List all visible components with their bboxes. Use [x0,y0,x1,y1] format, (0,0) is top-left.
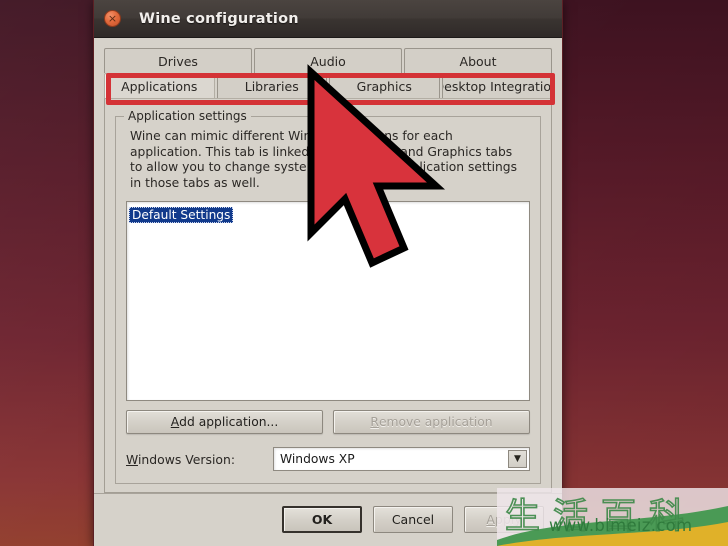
list-item[interactable]: Default Settings [129,207,234,223]
remove-application-label: emove application [378,415,493,429]
window-titlebar[interactable]: × Wine configuration [94,0,562,38]
chevron-down-icon[interactable]: ▼ [508,450,527,468]
application-settings-groupbox: Application settings Wine can mimic diff… [115,109,541,484]
tab-row-top: Drives Audio About [104,48,552,73]
apply-label: pply [494,512,522,527]
dialog-body: Drives Audio About Applications Librarie… [94,38,562,493]
tab-about[interactable]: About [404,48,552,73]
tab-strip: Drives Audio About Applications Librarie… [104,46,555,105]
tab-applications[interactable]: Applications [104,73,215,99]
windows-version-label-rest: indows Version: [137,451,235,467]
apply-accel: A [486,512,495,527]
tab-libraries-label: Libraries [244,79,299,94]
tab-audio-label: Audio [310,53,346,69]
tab-applications-label: Applications [121,79,198,94]
tab-audio[interactable]: Audio [254,48,402,73]
add-application-label: dd application... [179,415,279,429]
applications-tab-page: Application settings Wine can mimic diff… [104,98,552,493]
application-settings-description: Wine can mimic different Windows version… [130,129,518,190]
tab-graphics-label: Graphics [356,79,412,94]
remove-application-button: Remove application [333,410,530,434]
windows-version-row: Windows Version: Windows XP ▼ [126,447,530,471]
ok-button[interactable]: OK [282,506,362,533]
tab-desktop-integration[interactable]: Desktop Integration [441,73,552,99]
remove-application-accel: R [370,415,379,429]
windows-version-accel: W [126,451,138,467]
add-application-accel: A [170,415,180,429]
apply-button: Apply [464,506,544,533]
application-list[interactable]: Default Settings [126,201,530,401]
window-title: Wine configuration [139,10,299,27]
close-icon[interactable]: × [104,10,121,27]
wine-configuration-window: × Wine configuration Drives Audio About … [93,0,563,546]
tab-graphics[interactable]: Graphics [329,73,440,99]
application-buttons-row: Add application... Remove application [126,410,530,434]
tab-desktop-integration-label: Desktop Integration [442,79,552,94]
tab-row-bottom: Applications Libraries Graphics Desktop … [104,73,552,99]
tab-about-label: About [459,53,497,69]
add-application-button[interactable]: Add application... [126,410,323,434]
windows-version-label: Windows Version: [126,452,261,467]
windows-version-select[interactable]: Windows XP ▼ [273,447,530,471]
groupbox-title: Application settings [124,109,251,123]
cancel-button[interactable]: Cancel [373,506,453,533]
windows-version-value: Windows XP [280,452,355,466]
tab-drives-label: Drives [158,53,198,69]
dialog-footer: OK Cancel Apply [94,493,562,546]
tab-drives[interactable]: Drives [104,48,252,73]
tab-libraries[interactable]: Libraries [216,73,327,99]
